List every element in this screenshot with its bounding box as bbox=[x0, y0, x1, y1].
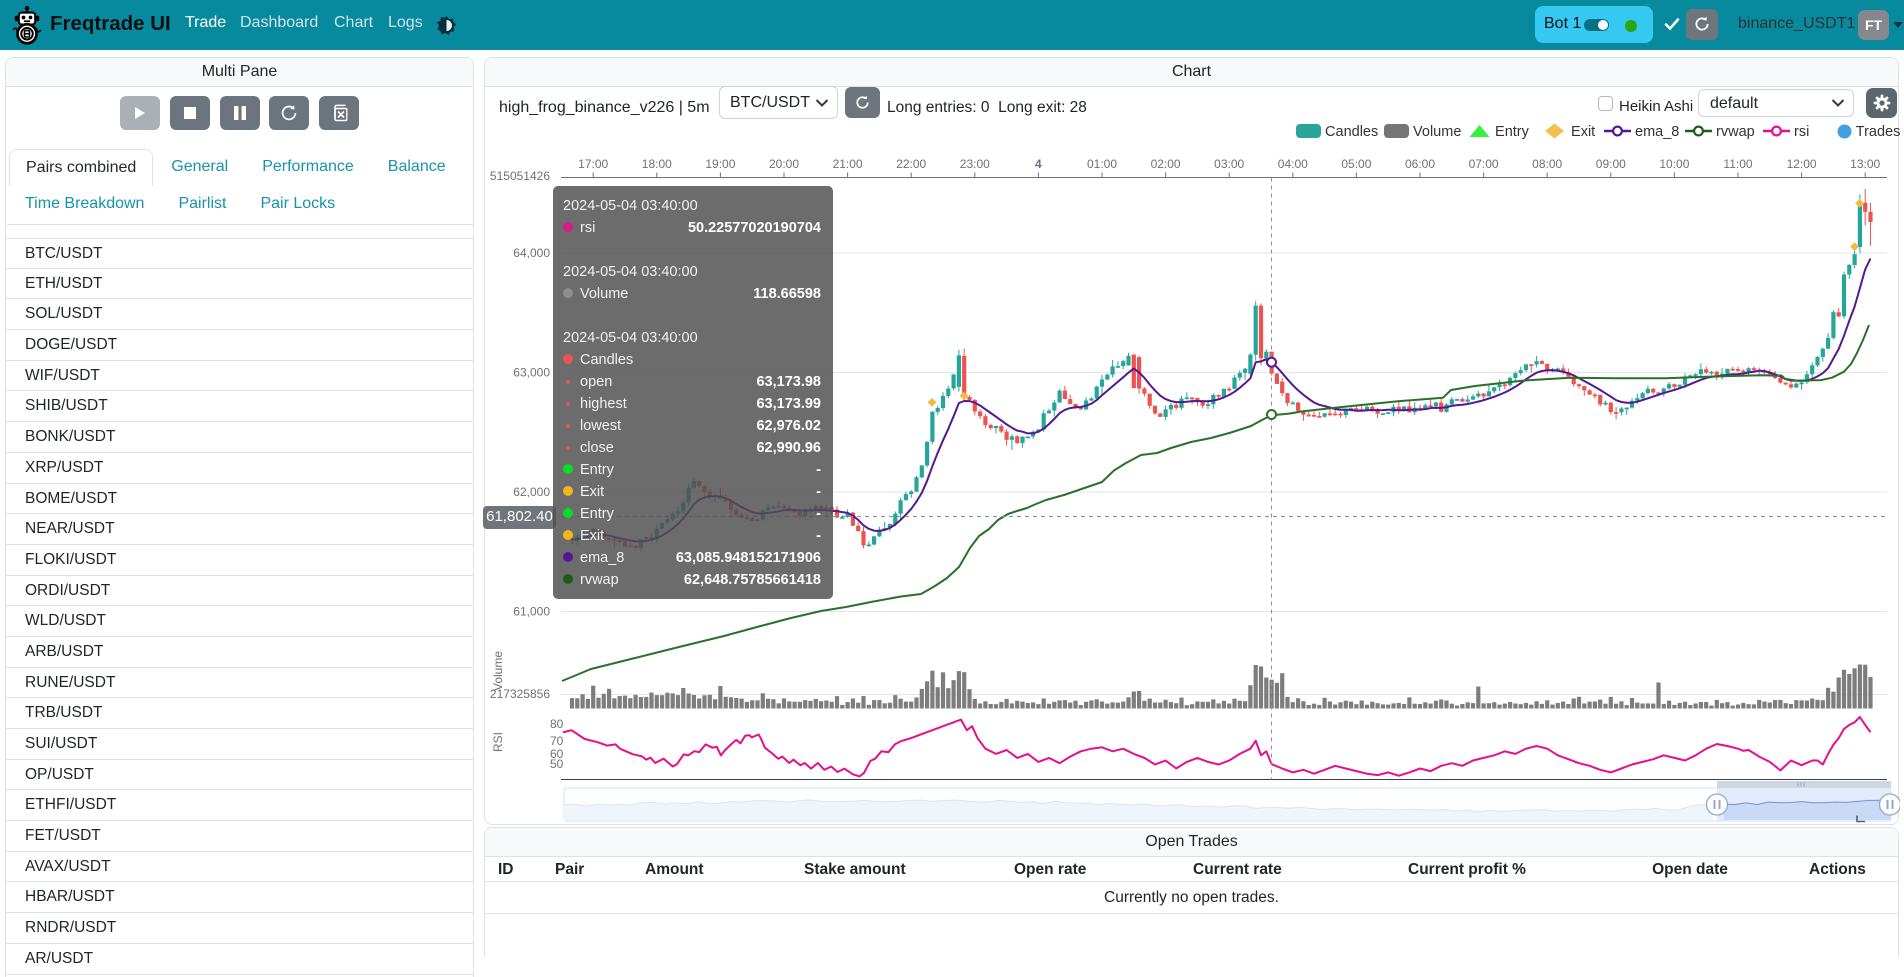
svg-text:13:00: 13:00 bbox=[1850, 157, 1880, 171]
svg-text:RSI: RSI bbox=[491, 732, 505, 752]
svg-text:63,000: 63,000 bbox=[513, 366, 550, 380]
svg-text:4: 4 bbox=[1035, 157, 1042, 171]
svg-text:10:00: 10:00 bbox=[1659, 157, 1689, 171]
svg-text:06:00: 06:00 bbox=[1405, 157, 1435, 171]
svg-text:18:00: 18:00 bbox=[642, 157, 672, 171]
svg-text:08:00: 08:00 bbox=[1532, 157, 1562, 171]
svg-text:70: 70 bbox=[550, 734, 564, 748]
svg-text:62,000: 62,000 bbox=[513, 485, 550, 499]
svg-text:05:00: 05:00 bbox=[1341, 157, 1371, 171]
svg-text:50: 50 bbox=[550, 757, 564, 771]
svg-text:21:00: 21:00 bbox=[833, 157, 863, 171]
svg-text:19:00: 19:00 bbox=[705, 157, 735, 171]
svg-text:07:00: 07:00 bbox=[1469, 157, 1499, 171]
svg-text:64,000: 64,000 bbox=[513, 246, 550, 260]
svg-text:03:00: 03:00 bbox=[1214, 157, 1244, 171]
svg-text:61,000: 61,000 bbox=[513, 605, 550, 619]
svg-text:02:00: 02:00 bbox=[1151, 157, 1181, 171]
svg-text:80: 80 bbox=[550, 717, 564, 731]
svg-text:09:00: 09:00 bbox=[1596, 157, 1626, 171]
svg-text:01:00: 01:00 bbox=[1087, 157, 1117, 171]
svg-text:04:00: 04:00 bbox=[1278, 157, 1308, 171]
svg-text:20:00: 20:00 bbox=[769, 157, 799, 171]
svg-text:Volume: Volume bbox=[491, 651, 505, 691]
svg-text:17:00: 17:00 bbox=[578, 157, 608, 171]
svg-text:515051426: 515051426 bbox=[490, 169, 550, 183]
svg-text:22:00: 22:00 bbox=[896, 157, 926, 171]
svg-text:11:00: 11:00 bbox=[1723, 157, 1752, 171]
svg-text:23:00: 23:00 bbox=[960, 157, 990, 171]
svg-text:12:00: 12:00 bbox=[1787, 157, 1817, 171]
